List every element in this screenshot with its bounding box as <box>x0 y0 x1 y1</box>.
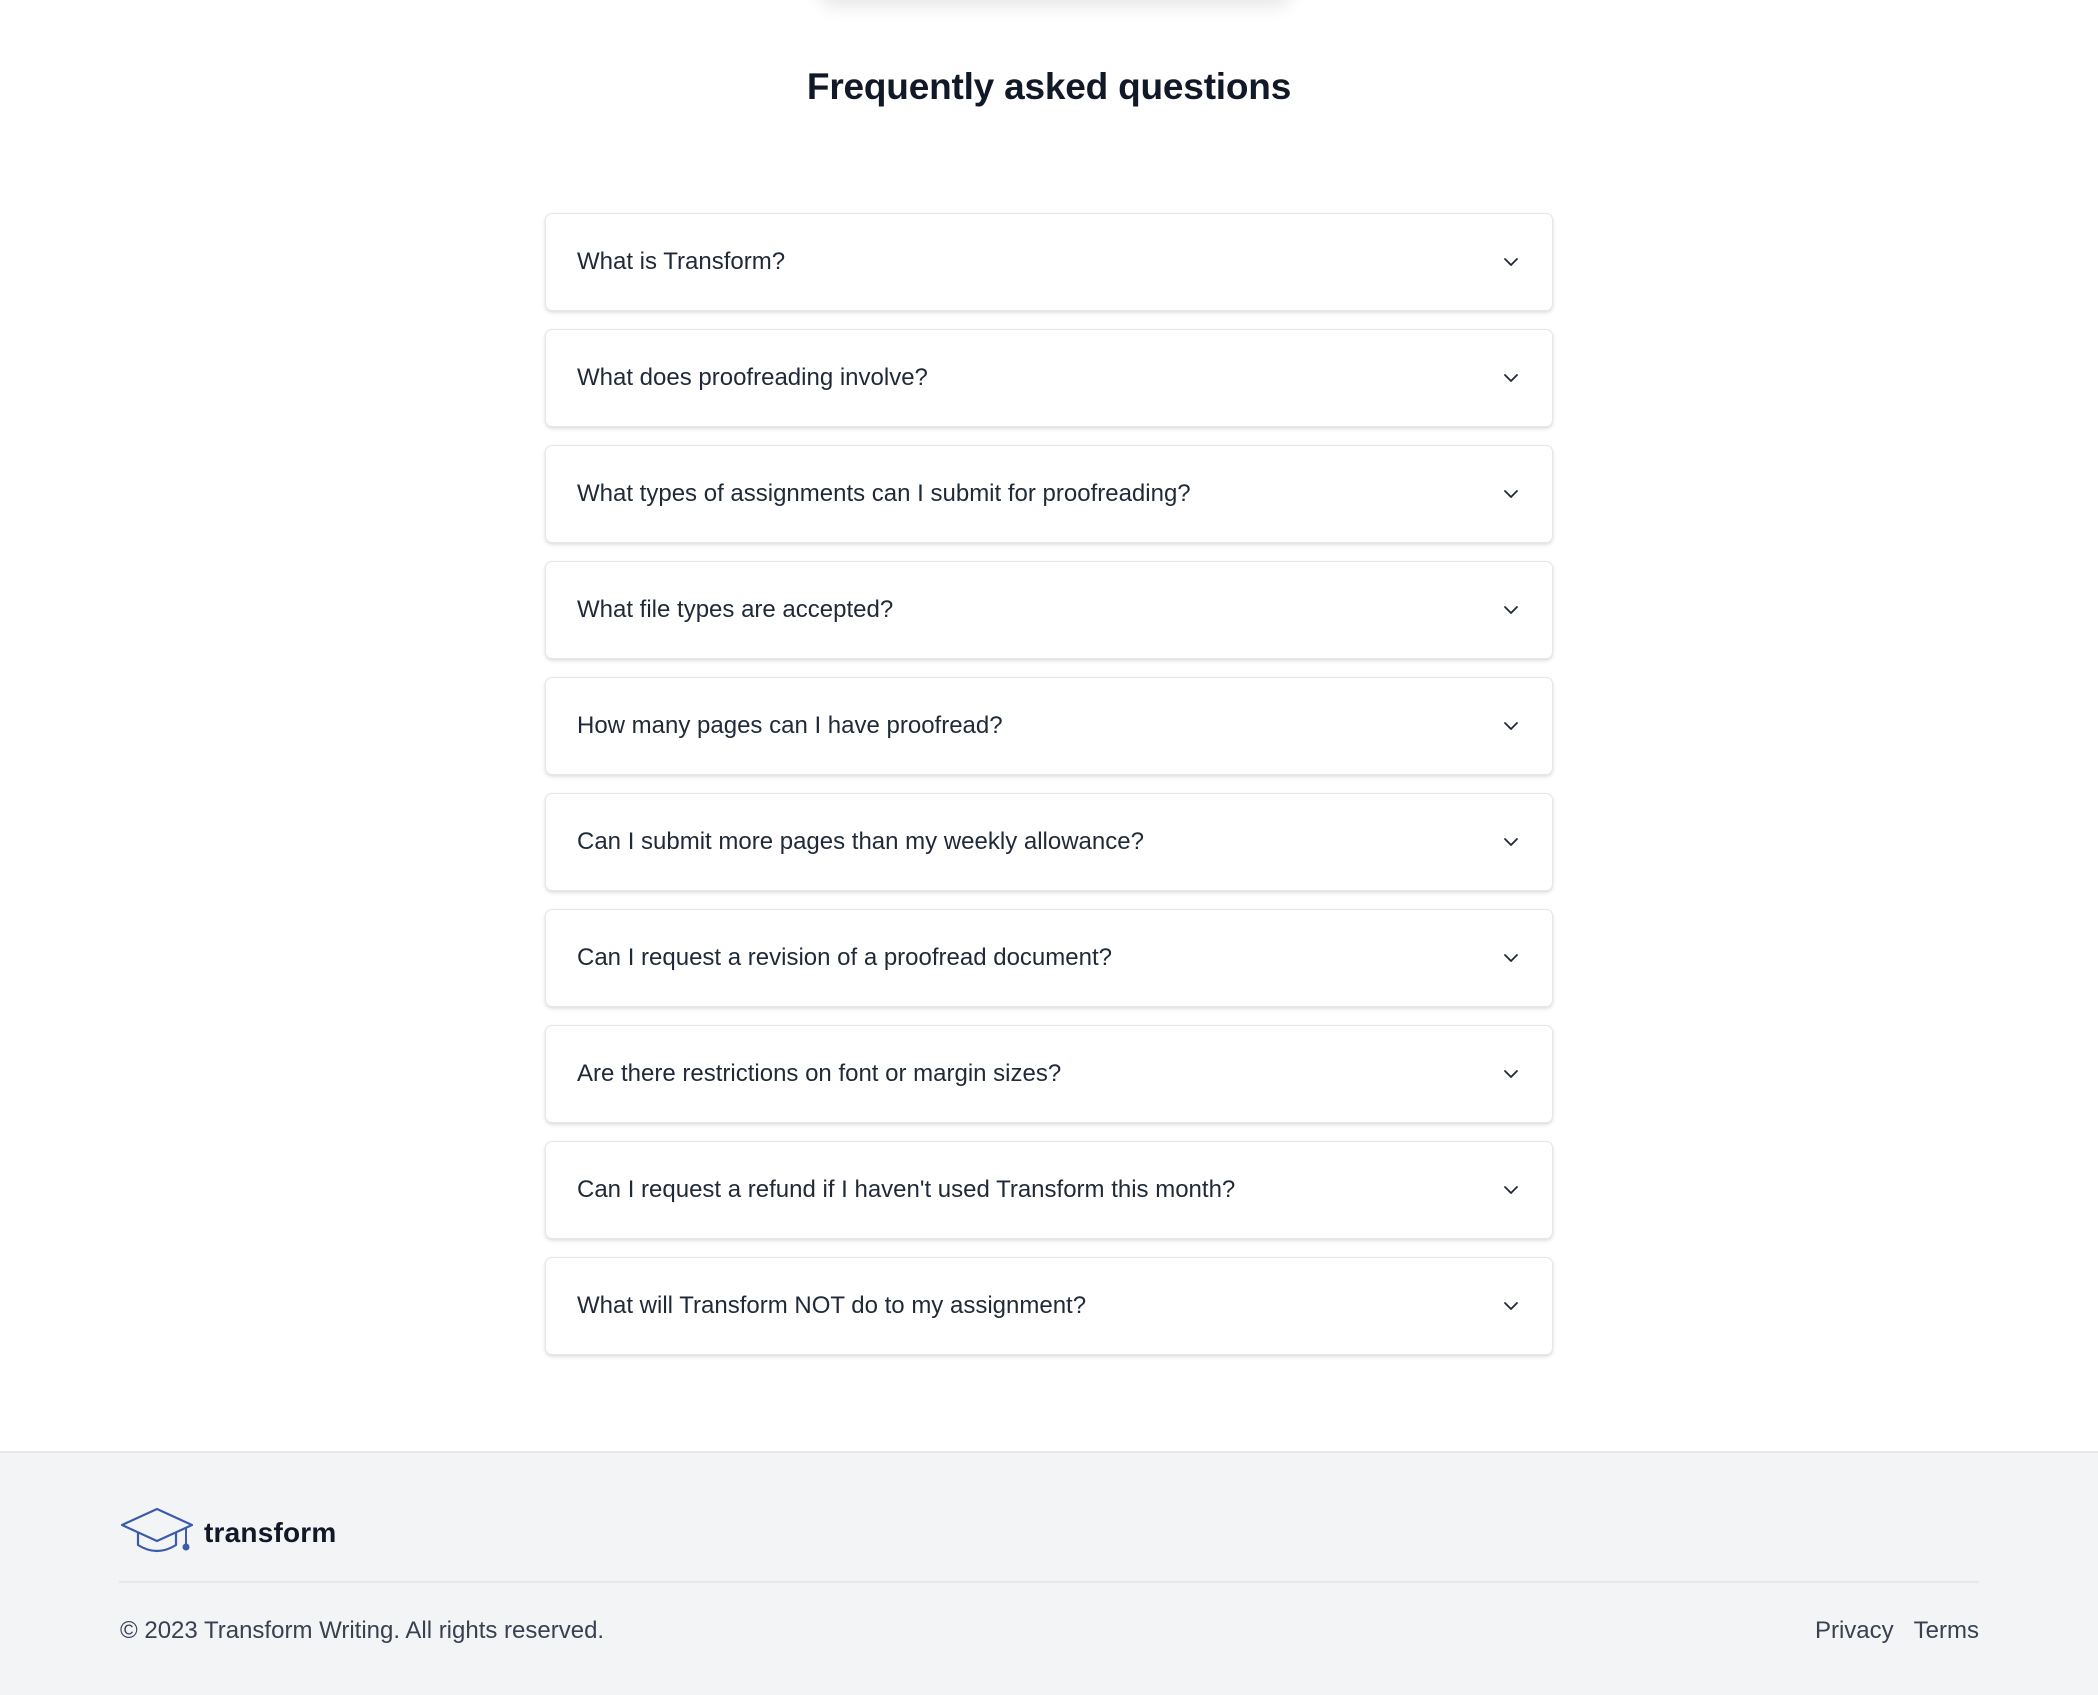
faq-item[interactable]: What does proofreading involve? <box>545 329 1553 427</box>
faq-question: Can I request a revision of a proofread … <box>577 944 1112 971</box>
page: Frequently asked questions What is Trans… <box>0 0 2098 1695</box>
faq-question: Are there restrictions on font or margin… <box>577 1060 1062 1087</box>
graduation-cap-icon <box>120 1503 196 1562</box>
faq-question: Can I request a refund if I haven't used… <box>577 1176 1236 1203</box>
footer-divider <box>119 1581 1979 1583</box>
faq-item[interactable]: Are there restrictions on font or margin… <box>545 1025 1553 1123</box>
faq-question: Can I submit more pages than my weekly a… <box>577 828 1144 855</box>
faq-question: What is Transform? <box>577 248 786 275</box>
faq-item[interactable]: Can I submit more pages than my weekly a… <box>545 793 1553 891</box>
faq-item[interactable]: What will Transform NOT do to my assignm… <box>545 1257 1553 1355</box>
chevron-down-icon[interactable] <box>1500 831 1522 853</box>
faq-question: What types of assignments can I submit f… <box>577 480 1191 507</box>
chevron-down-icon[interactable] <box>1500 367 1522 389</box>
faq-title: Frequently asked questions <box>806 66 1292 107</box>
copyright-text: © 2023 Transform Writing. All rights res… <box>120 1617 605 1644</box>
logo-text: transform <box>204 1516 337 1548</box>
faq-question: What will Transform NOT do to my assignm… <box>577 1292 1087 1319</box>
chevron-down-icon[interactable] <box>1500 483 1522 505</box>
faq-item[interactable]: How many pages can I have proofread? <box>545 677 1553 775</box>
footer: transform © 2023 Transform Writing. All … <box>0 1451 2098 1695</box>
chevron-down-icon[interactable] <box>1500 1295 1522 1317</box>
faq-item[interactable]: What file types are accepted? <box>545 561 1553 659</box>
faq-question: What file types are accepted? <box>577 596 894 623</box>
chevron-down-icon[interactable] <box>1500 1179 1522 1201</box>
footer-logo[interactable]: transform <box>120 1503 337 1562</box>
chevron-down-icon[interactable] <box>1500 715 1522 737</box>
chevron-down-icon[interactable] <box>1500 599 1522 621</box>
terms-link[interactable]: Terms <box>1914 1617 1979 1645</box>
footer-links: Privacy Terms <box>1815 1617 1979 1645</box>
faq-list: What is Transform? What does proofreadin… <box>545 213 1553 1373</box>
chevron-down-icon[interactable] <box>1500 1063 1522 1085</box>
faq-question: How many pages can I have proofread? <box>577 712 1003 739</box>
privacy-link[interactable]: Privacy <box>1815 1617 1894 1645</box>
faq-item[interactable]: Can I request a revision of a proofread … <box>545 909 1553 1007</box>
faq-question: What does proofreading involve? <box>577 364 928 391</box>
faq-item[interactable]: Can I request a refund if I haven't used… <box>545 1141 1553 1239</box>
chevron-down-icon[interactable] <box>1500 947 1522 969</box>
faq-item[interactable]: What is Transform? <box>545 213 1553 311</box>
chevron-down-icon[interactable] <box>1500 251 1522 273</box>
faq-item[interactable]: What types of assignments can I submit f… <box>545 445 1553 543</box>
